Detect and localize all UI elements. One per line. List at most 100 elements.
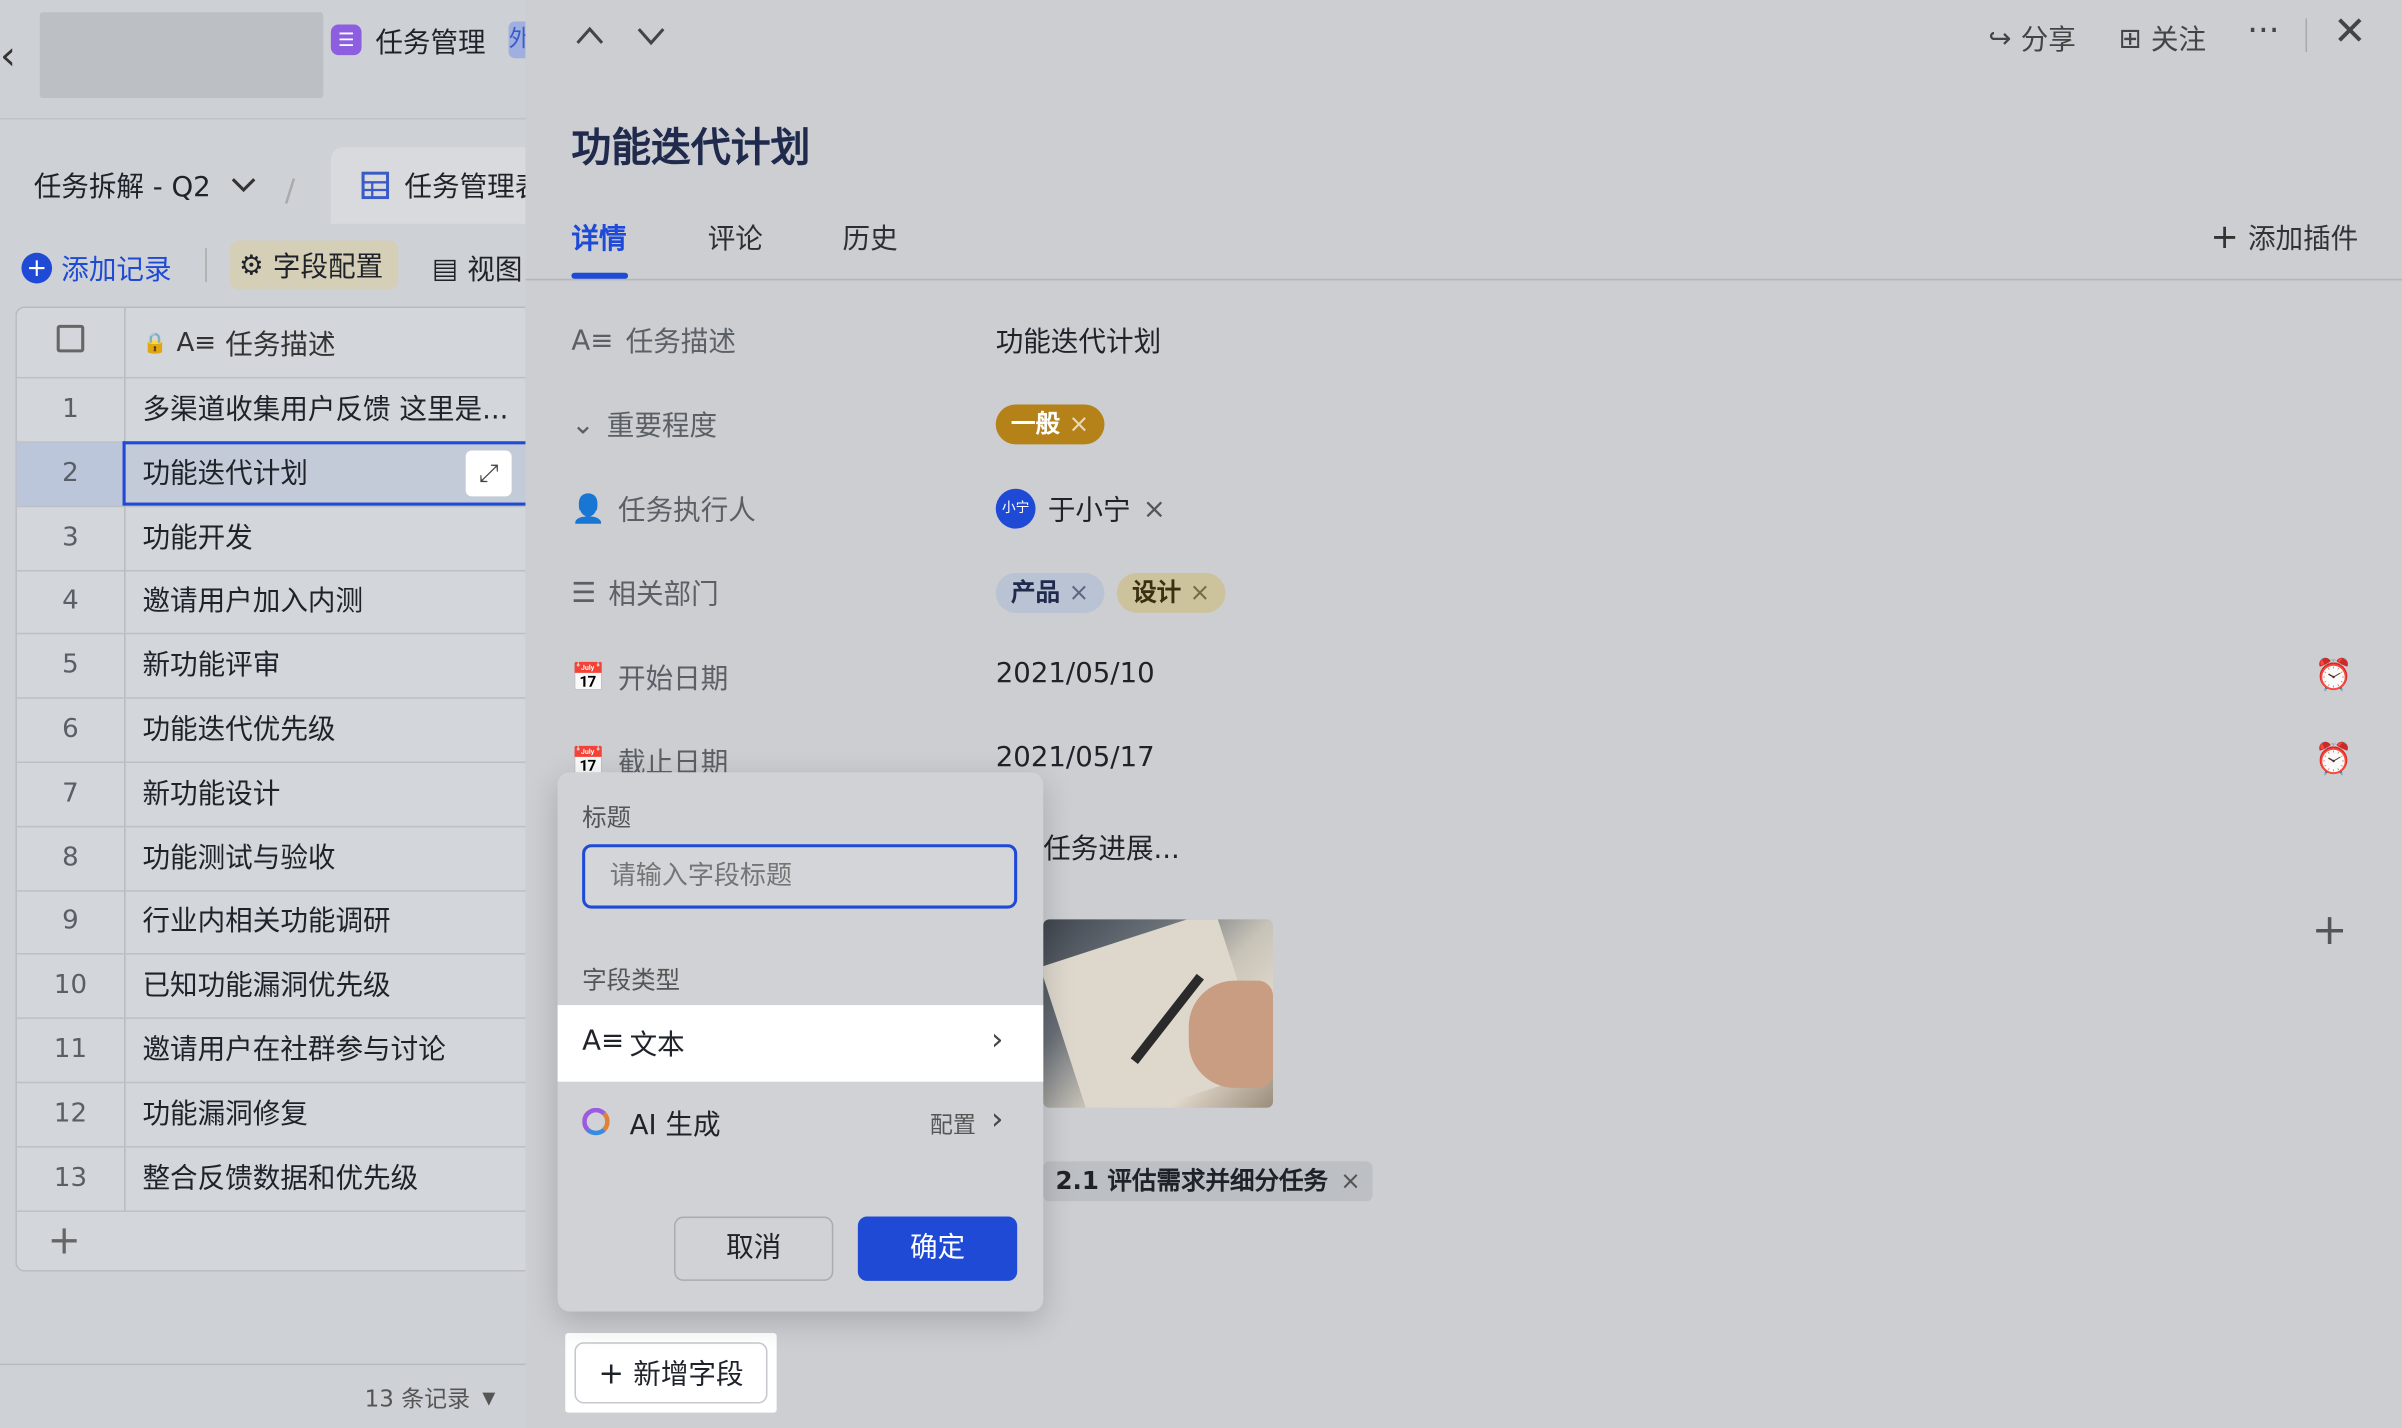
remove-icon[interactable]: × bbox=[1340, 1161, 1361, 1201]
tab-comments[interactable]: 评论 bbox=[708, 218, 763, 258]
row-task-description[interactable]: 整合反馈数据和优先级 bbox=[142, 1147, 525, 1210]
table-row[interactable]: 9 行业内相关功能调研 bbox=[16, 890, 527, 956]
table-row[interactable]: 11 邀请用户在社群参与讨论 bbox=[16, 1018, 527, 1084]
row-task-description[interactable]: 新功能评审 bbox=[142, 635, 525, 698]
plus-circle-icon: + bbox=[21, 252, 53, 284]
remove-icon[interactable]: × bbox=[1069, 578, 1090, 607]
table-row[interactable]: 4 邀请用户加入内测 bbox=[16, 570, 527, 635]
remove-icon[interactable]: × bbox=[1143, 493, 1166, 525]
column-header[interactable]: 🔒 A≡ 任务描述 bbox=[142, 323, 335, 363]
table-row[interactable]: 1 多渠道收集用户反馈 这里是... bbox=[16, 378, 527, 443]
alarm-clock-icon[interactable]: ⏰ bbox=[2315, 740, 2353, 777]
remove-icon[interactable]: × bbox=[1069, 409, 1090, 438]
view-switcher[interactable]: 任务拆解 - Q2 bbox=[34, 165, 257, 205]
row-task-description[interactable]: 功能漏洞修复 bbox=[142, 1083, 525, 1146]
cancel-button[interactable]: 取消 bbox=[674, 1216, 834, 1281]
priority-label: 重要程度 bbox=[606, 410, 718, 443]
app-topbar: ‹ ☰ 任务管理 外 bbox=[0, 0, 531, 120]
close-icon[interactable]: ✕ bbox=[2333, 9, 2366, 55]
back-icon[interactable]: ‹ bbox=[0, 34, 16, 80]
share-icon: ↪ bbox=[1988, 22, 2012, 55]
checkbox[interactable] bbox=[56, 324, 85, 353]
dept-chip-label: 产品 bbox=[1011, 577, 1061, 607]
new-field-label: 新增字段 bbox=[633, 1359, 744, 1392]
table-row[interactable]: 8 功能测试与验收 bbox=[16, 826, 527, 892]
priority-chip-label: 一般 bbox=[1011, 409, 1061, 439]
select-all-cell[interactable] bbox=[17, 307, 126, 377]
follow-button[interactable]: ⊞ 关注 bbox=[2119, 18, 2206, 58]
table-view: ‹ ☰ 任务管理 外 任务拆解 - Q2 / 任务管理表 + 添加记录 ⚙ 字段… bbox=[0, 0, 546, 1428]
add-row-icon[interactable]: + bbox=[47, 1218, 80, 1264]
row-task-description[interactable]: 功能测试与验收 bbox=[142, 827, 525, 890]
type-text-label: 文本 bbox=[629, 1029, 685, 1062]
table-tab[interactable]: 任务管理表 bbox=[330, 147, 546, 224]
column-header-label: 任务描述 bbox=[225, 329, 336, 362]
view-name: 任务拆解 - Q2 bbox=[33, 171, 211, 204]
share-button[interactable]: ↪ 分享 bbox=[1988, 18, 2075, 58]
row-task-description[interactable]: 已知功能漏洞优先级 bbox=[142, 955, 525, 1018]
row-task-description[interactable]: 邀请用户在社群参与讨论 bbox=[142, 1019, 525, 1082]
confirm-button[interactable]: 确定 bbox=[857, 1216, 1018, 1281]
select-circle-icon: ⌄ bbox=[571, 408, 595, 441]
chevron-down-icon[interactable] bbox=[636, 26, 667, 47]
table-row[interactable]: 6 功能迭代优先级 bbox=[16, 698, 527, 764]
tab-details[interactable]: 详情 bbox=[571, 218, 626, 258]
row-task-description[interactable]: 行业内相关功能调研 bbox=[142, 891, 525, 954]
more-icon[interactable]: ··· bbox=[2247, 12, 2279, 50]
table-row[interactable]: 5 新功能评审 bbox=[16, 634, 527, 699]
start-value[interactable]: 2021/05/10 bbox=[996, 657, 1155, 689]
alarm-clock-icon[interactable]: ⏰ bbox=[2315, 656, 2353, 693]
ai-config-link[interactable]: 配置 bbox=[930, 1108, 976, 1140]
app-tab-label[interactable]: 任务管理 bbox=[375, 21, 485, 61]
parent-task-chip[interactable]: 2.1 评估需求并细分任务 × bbox=[1043, 1161, 1374, 1202]
remove-icon[interactable]: × bbox=[1190, 578, 1211, 607]
field-config-button[interactable]: ⚙ 字段配置 bbox=[229, 240, 399, 290]
assignee-value[interactable]: 小宁 于小宁 × bbox=[995, 488, 1166, 529]
add-record-button[interactable]: + 添加记录 bbox=[21, 248, 172, 288]
row-task-description[interactable]: 新功能设计 bbox=[142, 763, 525, 826]
desc-value[interactable]: 功能迭代计划 bbox=[996, 320, 1161, 360]
start-label: 开始日期 bbox=[617, 663, 729, 696]
view-label: 视图 bbox=[467, 254, 523, 287]
type-option-ai[interactable]: AI 生成 配置 › bbox=[558, 1082, 1044, 1159]
row-task-description[interactable]: 功能开发 bbox=[142, 507, 525, 570]
type-option-text[interactable]: A≡ 文本 › bbox=[557, 1005, 1044, 1082]
table-row[interactable]: 13 整合反馈数据和优先级 bbox=[16, 1146, 527, 1212]
ai-ring-icon bbox=[582, 1107, 610, 1136]
table-row[interactable]: 7 新功能设计 bbox=[16, 762, 527, 828]
row-number: 10 bbox=[17, 954, 126, 1018]
table-row[interactable]: 12 功能漏洞修复 bbox=[16, 1082, 527, 1148]
row-number: 5 bbox=[17, 634, 126, 698]
type-ai-label: AI 生成 bbox=[629, 1109, 721, 1142]
end-value[interactable]: 2021/05/17 bbox=[996, 742, 1155, 774]
row-task-description[interactable]: 功能迭代优先级 bbox=[142, 699, 525, 762]
tab-history[interactable]: 历史 bbox=[843, 218, 898, 258]
add-plugin-button[interactable]: + 添加插件 bbox=[2211, 218, 2359, 258]
chevron-down-icon bbox=[231, 178, 255, 193]
dept-value[interactable]: 产品 × 设计 × bbox=[995, 573, 1226, 613]
text-field-icon: A≡ bbox=[582, 1025, 625, 1058]
table-row[interactable]: 10 已知功能漏洞优先级 bbox=[16, 954, 527, 1020]
share-label: 分享 bbox=[2020, 24, 2076, 57]
row-number: 8 bbox=[17, 826, 126, 890]
parent-task-label: 2.1 评估需求并细分任务 bbox=[1055, 1165, 1329, 1196]
add-attachment-icon[interactable]: + bbox=[2312, 904, 2348, 955]
table-row[interactable]: 3 功能开发 bbox=[16, 506, 527, 571]
dept-chip-label: 设计 bbox=[1132, 577, 1182, 607]
expand-record-button[interactable]: ⤢ bbox=[465, 450, 512, 497]
row-task-description[interactable]: 邀请用户加入内测 bbox=[142, 571, 525, 634]
record-count[interactable]: 13 条记录 ▼ bbox=[365, 1382, 496, 1414]
priority-value[interactable]: 一般 × bbox=[995, 404, 1105, 445]
person-icon: 👤 bbox=[571, 492, 606, 525]
bookmark-icon: ⊞ bbox=[2118, 22, 2142, 55]
priority-chip: 一般 × bbox=[995, 404, 1105, 445]
view-button[interactable]: ▤ 视图 bbox=[432, 248, 522, 288]
row-task-description[interactable]: 多渠道收集用户反馈 这里是... bbox=[142, 378, 525, 441]
chevron-up-icon[interactable] bbox=[574, 25, 605, 46]
new-field-button[interactable]: + 新增字段 bbox=[574, 1342, 768, 1404]
table-icon bbox=[361, 171, 390, 200]
chevron-right-icon: › bbox=[991, 1100, 1004, 1137]
attachment-image[interactable] bbox=[1043, 919, 1274, 1108]
field-title-input[interactable] bbox=[582, 844, 1018, 909]
progress-value-partial[interactable]: 任务进展... bbox=[1043, 827, 1180, 867]
